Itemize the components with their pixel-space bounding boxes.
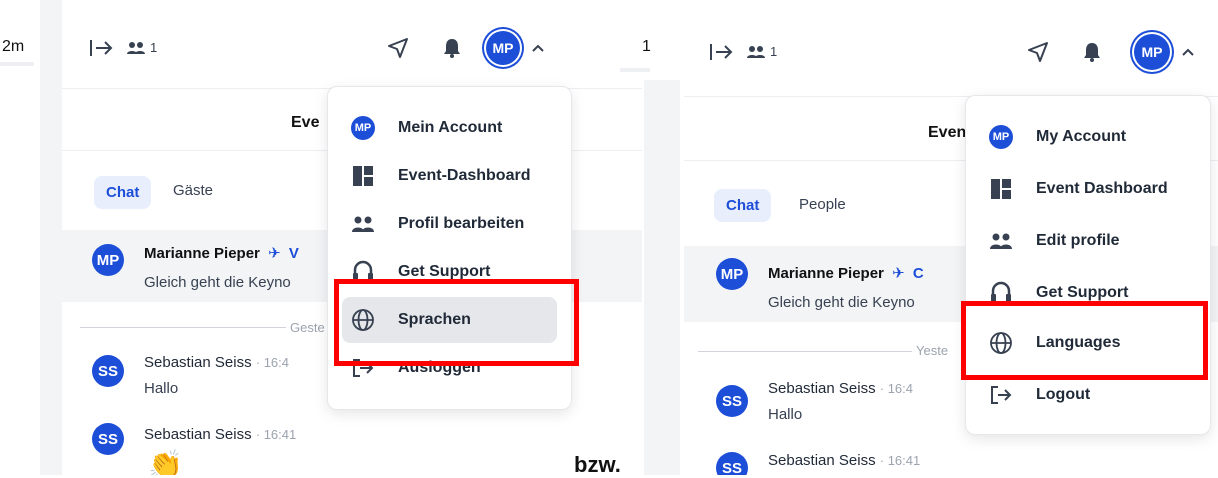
date-divider-line [80,327,286,328]
bell-icon[interactable] [1080,40,1104,64]
menu-item-dashboard[interactable]: Event Dashboard [980,166,1196,212]
tab-guests[interactable]: Gäste [173,182,213,199]
message-text: Hallo [768,406,803,423]
event-title: Eve [291,114,320,131]
avatar: MP [716,258,748,290]
participants-count: 1 [770,44,778,59]
message-author: Sebastian Seiss · 16:41 [768,452,920,469]
top-bar [62,0,642,89]
bell-icon[interactable] [440,36,464,60]
role-tag: C [912,265,924,282]
chevron-up-icon[interactable] [530,38,546,58]
message-author: Sebastian Seiss · 16:4 [768,380,913,397]
user-menu-english: MP My Account Event Dashboard Edit profi… [965,95,1211,435]
logout-icon [988,382,1014,408]
pinned-author: Marianne Pieper ✈ C [768,264,924,282]
progress-fragment [620,68,650,72]
gutter [644,80,680,475]
date-divider-label: Geste [290,320,325,335]
participants-icon [746,42,766,62]
pin-icon: ✈ [892,265,905,282]
author-name: Sebastian Seiss [144,426,252,443]
avatar: SS [716,452,748,475]
message-time: · 16:4 [255,355,289,370]
collapse-panel-icon[interactable] [88,36,116,60]
dashboard-icon [350,163,376,189]
author-name: Marianne Pieper [768,265,884,282]
send-icon[interactable] [386,36,410,60]
message-author: Sebastian Seiss · 16:41 [144,426,296,443]
message-time: · 16:4 [879,381,913,396]
menu-item-edit-profile[interactable]: Edit profile [980,218,1196,264]
message-text: Hallo [144,380,179,397]
role-tag: V [288,245,299,262]
dashboard-icon [988,176,1014,202]
pinned-text: Gleich geht die Keyno [768,294,915,311]
pinned-text: Gleich geht die Keyno [144,274,291,291]
message-time: · 16:41 [255,427,297,442]
panel-fragment: 1 [642,38,651,55]
user-avatar[interactable]: MP [1134,34,1170,70]
avatar: MP [92,244,124,276]
progress-fragment [0,62,34,66]
message-time: · 16:41 [879,453,921,468]
menu-item-dashboard[interactable]: Event-Dashboard [342,153,557,199]
send-icon[interactable] [1026,40,1050,64]
avatar-icon: MP [351,116,375,140]
message-author: Sebastian Seiss · 16:4 [144,354,289,371]
author-name: Sebastian Seiss [768,380,876,397]
highlight-box [961,301,1208,380]
author-name: Sebastian Seiss [144,354,252,371]
gutter [40,0,62,475]
participants-icon [126,38,146,58]
participants-count: 1 [150,40,158,55]
separator-text: bzw. [574,452,621,477]
user-avatar[interactable]: MP [486,31,520,65]
tab-chat[interactable]: Chat [714,189,772,222]
time-fragment: 2m [2,38,25,55]
people-icon [350,211,376,237]
chevron-up-icon[interactable] [1180,42,1196,62]
author-name: Sebastian Seiss [768,452,876,469]
avatar-icon: MP [989,125,1013,149]
avatar: SS [92,355,124,387]
date-divider-line [698,351,912,352]
date-divider-label: Yeste [916,343,949,358]
menu-item-account[interactable]: MP My Account [980,114,1196,160]
people-icon [988,228,1014,254]
menu-item-edit-profile[interactable]: Profil bearbeiten [342,201,557,247]
highlight-box [334,279,579,366]
event-title: Even [928,124,967,141]
author-name: Marianne Pieper [144,245,260,262]
avatar: SS [716,385,748,417]
pin-icon: ✈ [268,245,281,262]
collapse-panel-icon[interactable] [708,40,736,64]
pinned-author: Marianne Pieper ✈ V [144,244,299,262]
tab-chat[interactable]: Chat [94,176,152,209]
tab-people[interactable]: People [799,196,846,213]
middle-cropped-panel: 1 [620,0,680,475]
left-cropped-panel: 2m [0,0,62,475]
clapping-hands-icon: 👏 [148,449,183,475]
menu-item-account[interactable]: MP Mein Account [342,105,557,151]
avatar: SS [92,423,124,455]
